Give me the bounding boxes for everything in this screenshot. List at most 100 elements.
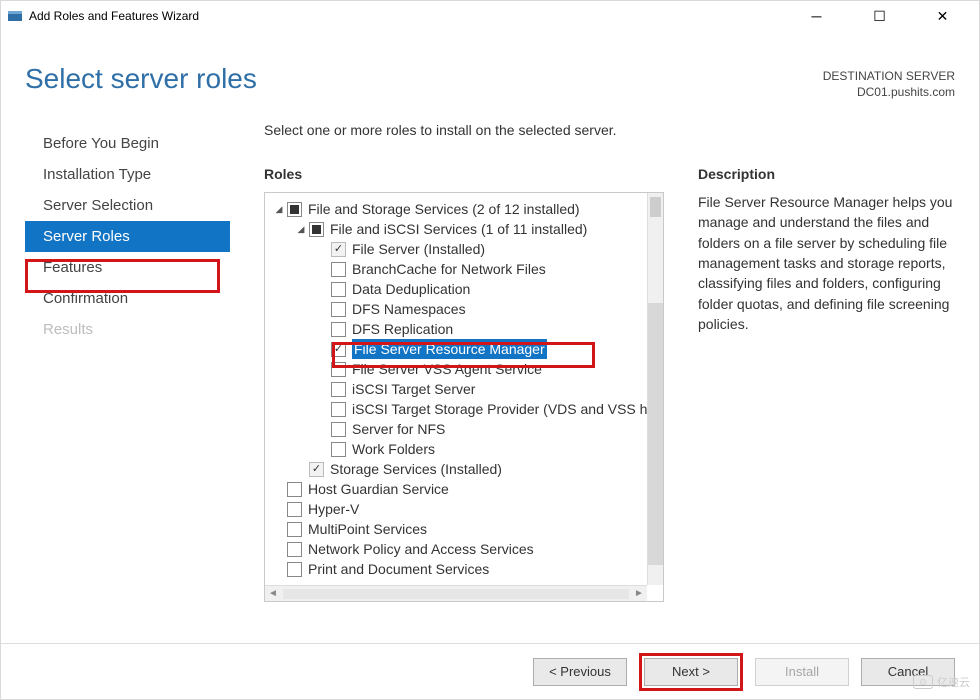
- role-label: Print and Document Services: [308, 559, 489, 579]
- tree-node[interactable]: DFS Replication: [273, 319, 647, 339]
- highlight-annotation-next: Next >: [639, 653, 743, 691]
- tree-node[interactable]: MultiPoint Services: [273, 519, 647, 539]
- role-label: File Server Resource Manager: [352, 339, 547, 359]
- role-label: Host Guardian Service: [308, 479, 449, 499]
- roles-tree-container: ◢File and Storage Services (2 of 12 inst…: [264, 192, 664, 602]
- tree-node[interactable]: DFS Namespaces: [273, 299, 647, 319]
- role-checkbox[interactable]: [287, 562, 302, 577]
- tree-node[interactable]: Hyper-V: [273, 499, 647, 519]
- vertical-scrollbar[interactable]: [647, 193, 663, 585]
- role-label: iSCSI Target Server: [352, 379, 475, 399]
- maximize-button[interactable]: ☐: [857, 2, 902, 30]
- wizard-window: Add Roles and Features Wizard ─ ☐ ✕ Sele…: [0, 0, 980, 700]
- role-label: Storage Services (Installed): [330, 459, 502, 479]
- sidebar-item-confirmation[interactable]: Confirmation: [25, 283, 230, 314]
- sidebar-item-server-roles[interactable]: Server Roles: [25, 221, 230, 252]
- role-label: File Server (Installed): [352, 239, 485, 259]
- tree-node[interactable]: iSCSI Target Server: [273, 379, 647, 399]
- horizontal-scrollbar[interactable]: ◄ ►: [265, 585, 647, 601]
- page-title: Select server roles: [25, 63, 257, 95]
- tree-node[interactable]: Network Policy and Access Services: [273, 539, 647, 559]
- role-checkbox[interactable]: [331, 442, 346, 457]
- tree-node[interactable]: ◢ File and Storage Services (2 of 12 inst…: [273, 199, 647, 219]
- role-checkbox[interactable]: [331, 382, 346, 397]
- role-label: Network Policy and Access Services: [308, 539, 534, 559]
- tree-node[interactable]: Work Folders: [273, 439, 647, 459]
- role-checkbox[interactable]: [331, 342, 346, 357]
- expand-caret-icon[interactable]: ◢: [295, 219, 307, 239]
- role-checkbox[interactable]: [331, 322, 346, 337]
- role-label: DFS Replication: [352, 319, 453, 339]
- roles-heading: Roles: [264, 166, 664, 182]
- scroll-right-arrow[interactable]: ►: [631, 588, 647, 599]
- role-label: DFS Namespaces: [352, 299, 466, 319]
- instruction-text: Select one or more roles to install on t…: [264, 122, 955, 138]
- roles-tree: ◢File and Storage Services (2 of 12 inst…: [265, 193, 647, 585]
- tree-node[interactable]: Server for NFS: [273, 419, 647, 439]
- expand-caret-icon[interactable]: ◢: [273, 199, 285, 219]
- wizard-footer: < Previous Next > Install Cancel: [1, 643, 979, 699]
- roles-column: Roles ◢File and Storage Services (2 of 1…: [264, 166, 664, 643]
- tree-node[interactable]: ◢File and iSCSI Services (1 of 11 instal…: [273, 219, 647, 239]
- wizard-sidebar: Before You BeginInstallation TypeServer …: [25, 122, 230, 643]
- role-label: Hyper-V: [308, 499, 359, 519]
- role-label: File and Storage Services (2 of 12 insta…: [308, 199, 580, 219]
- close-button[interactable]: ✕: [920, 2, 965, 30]
- description-text: File Server Resource Manager helps you m…: [698, 192, 955, 334]
- tree-node[interactable]: Print and Document Services: [273, 559, 647, 579]
- role-label: iSCSI Target Storage Provider (VDS and V…: [352, 399, 647, 419]
- role-label: File Server VSS Agent Service: [352, 359, 542, 379]
- tree-node[interactable]: Data Deduplication: [273, 279, 647, 299]
- content-area: Select server roles DESTINATION SERVER D…: [1, 31, 979, 643]
- tree-node[interactable]: iSCSI Target Storage Provider (VDS and V…: [273, 399, 647, 419]
- tree-node[interactable]: Storage Services (Installed): [273, 459, 647, 479]
- role-checkbox[interactable]: [331, 262, 346, 277]
- role-checkbox: [309, 462, 324, 477]
- main-area: Before You BeginInstallation TypeServer …: [25, 122, 955, 643]
- description-heading: Description: [698, 166, 955, 182]
- tree-node[interactable]: File Server Resource Manager: [273, 339, 647, 359]
- role-checkbox[interactable]: [331, 422, 346, 437]
- role-label: MultiPoint Services: [308, 519, 427, 539]
- scroll-thumb[interactable]: [650, 197, 661, 217]
- destination-server: DESTINATION SERVER DC01.pushits.com: [823, 69, 955, 100]
- role-checkbox[interactable]: [287, 522, 302, 537]
- sidebar-item-results: Results: [25, 314, 230, 345]
- header-row: Select server roles DESTINATION SERVER D…: [25, 63, 955, 100]
- columns: Roles ◢File and Storage Services (2 of 1…: [264, 166, 955, 643]
- tree-node[interactable]: Host Guardian Service: [273, 479, 647, 499]
- hscroll-track[interactable]: [283, 589, 629, 599]
- role-checkbox[interactable]: [331, 302, 346, 317]
- role-checkbox[interactable]: [287, 542, 302, 557]
- role-checkbox[interactable]: [309, 222, 324, 237]
- role-checkbox[interactable]: [287, 482, 302, 497]
- tree-node[interactable]: File Server (Installed): [273, 239, 647, 259]
- role-label: Data Deduplication: [352, 279, 470, 299]
- tree-node[interactable]: File Server VSS Agent Service: [273, 359, 647, 379]
- role-label: BranchCache for Network Files: [352, 259, 546, 279]
- sidebar-item-server-selection[interactable]: Server Selection: [25, 190, 230, 221]
- sidebar-item-before-you-begin[interactable]: Before You Begin: [25, 128, 230, 159]
- sidebar-item-installation-type[interactable]: Installation Type: [25, 159, 230, 190]
- destination-label: DESTINATION SERVER: [823, 69, 955, 85]
- minimize-button[interactable]: ─: [794, 2, 839, 30]
- window-controls: ─ ☐ ✕: [794, 2, 973, 30]
- scroll-track[interactable]: [648, 303, 663, 565]
- role-checkbox[interactable]: [331, 402, 346, 417]
- tree-node[interactable]: BranchCache for Network Files: [273, 259, 647, 279]
- role-checkbox: [331, 242, 346, 257]
- titlebar: Add Roles and Features Wizard ─ ☐ ✕: [1, 1, 979, 31]
- scroll-left-arrow[interactable]: ◄: [265, 588, 281, 599]
- watermark: ʘ 亿速云: [913, 674, 970, 690]
- install-button[interactable]: Install: [755, 658, 849, 686]
- previous-button[interactable]: < Previous: [533, 658, 627, 686]
- window-title: Add Roles and Features Wizard: [29, 9, 794, 23]
- role-checkbox[interactable]: [287, 502, 302, 517]
- role-checkbox[interactable]: [331, 362, 346, 377]
- next-button[interactable]: Next >: [644, 658, 738, 686]
- sidebar-item-features[interactable]: Features: [25, 252, 230, 283]
- role-checkbox[interactable]: [331, 282, 346, 297]
- role-label: Work Folders: [352, 439, 435, 459]
- role-checkbox[interactable]: [287, 202, 302, 217]
- watermark-text: 亿速云: [937, 674, 970, 690]
